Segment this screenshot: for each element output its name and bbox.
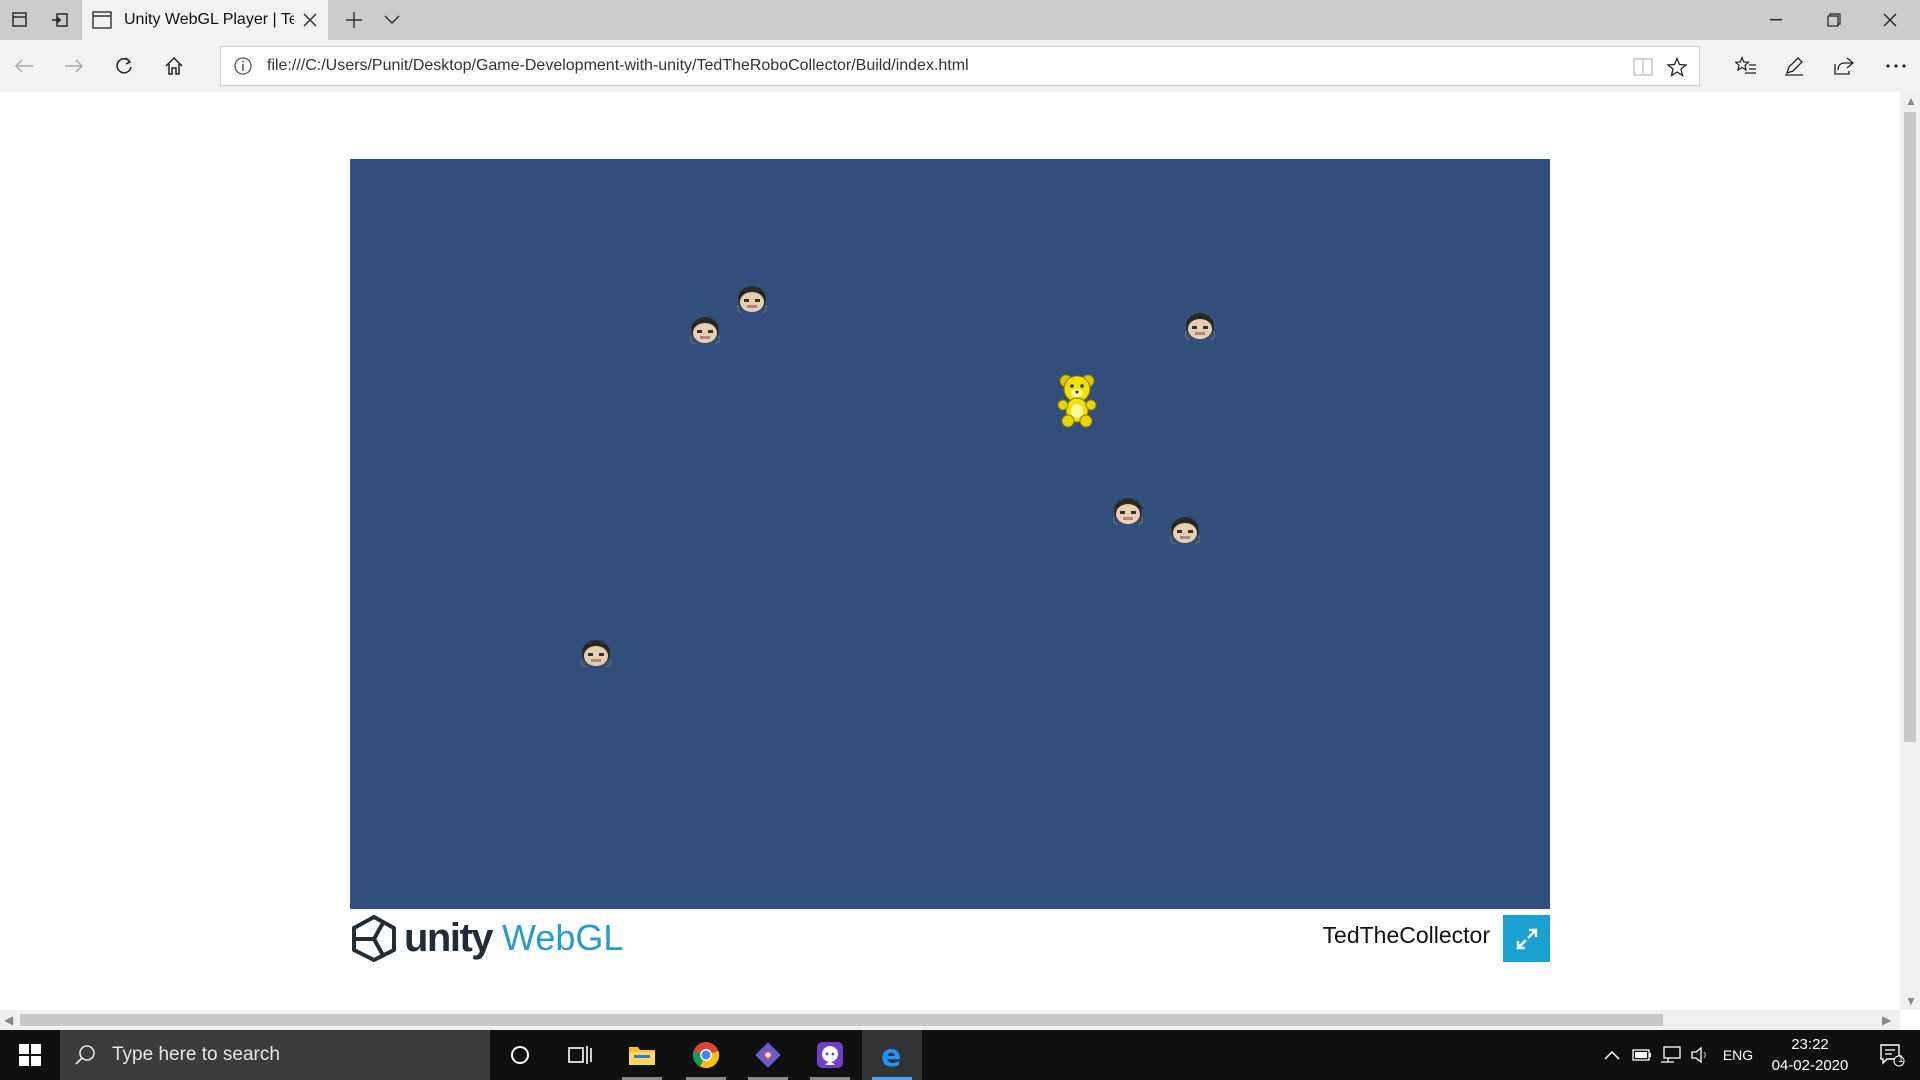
horizontal-scroll-thumb[interactable] — [20, 1014, 1663, 1026]
notification-count: 1 — [1898, 1054, 1904, 1065]
input-language[interactable]: ENG — [1716, 1030, 1760, 1080]
svg-text:e: e — [881, 1041, 901, 1069]
github-desktop-icon[interactable] — [800, 1030, 860, 1080]
game-title: TedTheCollector — [1322, 922, 1490, 948]
tab-strip: Unity WebGL Player | TedTheRoboCollector — [0, 0, 1920, 40]
share-icon[interactable] — [1824, 46, 1864, 86]
favorites-hub-icon[interactable] — [1726, 46, 1766, 86]
sourcetree-git-icon[interactable] — [738, 1030, 798, 1080]
clock-time: 23:22 — [1791, 1036, 1829, 1053]
close-tab-icon[interactable] — [298, 8, 322, 32]
cortana-icon[interactable] — [490, 1030, 550, 1080]
url-text[interactable]: file:///C:/Users/Punit/Desktop/Game-Deve… — [267, 47, 969, 85]
navigation-bar: file:///C:/Users/Punit/Desktop/Game-Deve… — [0, 40, 1920, 92]
home-icon[interactable] — [154, 46, 194, 86]
robo-collectible — [1112, 497, 1144, 526]
tab-active[interactable]: Unity WebGL Player | TedTheRoboCollector — [82, 0, 328, 40]
taskbar-search-box[interactable]: Type here to search — [60, 1030, 490, 1080]
teddy-bear-player — [1057, 374, 1097, 428]
web-note-pen-icon[interactable] — [1774, 46, 1814, 86]
unity-game-canvas[interactable] — [350, 159, 1550, 909]
tab-title: Unity WebGL Player | TedTheRoboCollector — [124, 11, 294, 28]
unity-webgl-logo: unity WebGL — [350, 914, 623, 962]
volume-muted-icon[interactable] — [1688, 1030, 1714, 1080]
restore-icon[interactable] — [1806, 0, 1862, 40]
robo-collectible — [689, 316, 721, 345]
new-tab-icon[interactable] — [334, 0, 374, 40]
unity-cube-icon — [352, 915, 396, 962]
action-center-icon[interactable]: 1 — [1868, 1030, 1916, 1080]
network-icon[interactable] — [1658, 1030, 1684, 1080]
logo-unity-text: unity — [404, 915, 494, 960]
back-icon[interactable] — [4, 46, 44, 86]
tab-preview-chevron-icon[interactable] — [372, 0, 412, 40]
robo-collectible — [1169, 516, 1201, 545]
scroll-down-icon[interactable]: ▼ — [1905, 994, 1917, 1008]
forward-icon[interactable] — [54, 46, 94, 86]
vertical-scrollbar[interactable]: ▲ ▼ — [1900, 92, 1920, 1010]
search-icon — [75, 1045, 95, 1065]
clock-date: 04-02-2020 — [1771, 1057, 1849, 1074]
minimize-icon[interactable] — [1748, 0, 1804, 40]
favorite-star-icon[interactable] — [1661, 51, 1693, 83]
edge-browser-icon[interactable]: e — [862, 1030, 922, 1080]
robo-collectible — [580, 639, 612, 668]
set-aside-tabs-icon[interactable] — [40, 0, 80, 40]
more-options-icon[interactable] — [1876, 46, 1916, 86]
fullscreen-button[interactable] — [1503, 915, 1550, 962]
refresh-icon[interactable] — [104, 46, 144, 86]
windows-taskbar: Type here to search e ENG 23:22 04-02-20… — [0, 1030, 1920, 1080]
start-windows-icon[interactable] — [0, 1030, 60, 1080]
search-placeholder[interactable]: Type here to search — [112, 1044, 280, 1066]
show-hidden-icons-chevron-icon[interactable] — [1600, 1030, 1624, 1080]
scroll-right-icon[interactable]: ▶ — [1882, 1013, 1891, 1027]
logo-webgl-text: WebGL — [502, 917, 624, 958]
reading-view-icon[interactable] — [1627, 51, 1659, 83]
clock[interactable]: 23:22 04-02-2020 — [1760, 1034, 1860, 1076]
site-info-icon[interactable] — [233, 56, 253, 76]
robo-collectible — [1184, 312, 1216, 341]
battery-icon[interactable] — [1630, 1030, 1654, 1080]
scroll-up-icon[interactable]: ▲ — [1905, 94, 1917, 108]
expand-icon — [1516, 928, 1537, 949]
robo-collectible — [736, 285, 768, 314]
chrome-icon[interactable] — [676, 1030, 736, 1080]
tab-actions-icon[interactable] — [0, 0, 40, 40]
task-view-icon[interactable] — [550, 1030, 610, 1080]
scroll-left-icon[interactable]: ◀ — [4, 1013, 13, 1027]
page-icon — [92, 11, 112, 29]
web-page: unity WebGL TedTheCollector — [0, 92, 1900, 1010]
file-explorer-icon[interactable] — [612, 1030, 672, 1080]
close-window-icon[interactable] — [1862, 0, 1918, 40]
vertical-scroll-thumb[interactable] — [1904, 112, 1916, 742]
game-scene — [580, 285, 1216, 668]
horizontal-scrollbar[interactable]: ◀ ▶ — [0, 1010, 1900, 1030]
address-bar[interactable]: file:///C:/Users/Punit/Desktop/Game-Deve… — [220, 46, 1700, 86]
